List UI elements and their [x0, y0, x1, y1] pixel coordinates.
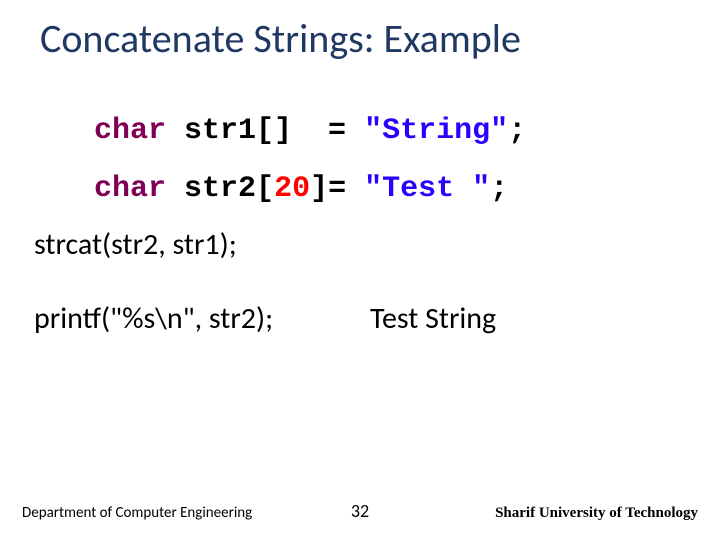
code-line-4: printf("%s\n", str2);	[34, 300, 273, 337]
code-fragment: ;	[490, 172, 508, 206]
slide-title: Concatenate Strings: Example	[40, 14, 521, 63]
string-literal: "Test "	[364, 172, 490, 206]
program-output: Test String	[370, 300, 496, 337]
keyword-char: char	[94, 172, 166, 206]
code-line-3: strcat(str2, str1);	[34, 226, 237, 263]
number-literal: 20	[274, 172, 310, 206]
code-fragment: ;	[508, 114, 526, 148]
slide: Concatenate Strings: Example char str1[]…	[0, 0, 720, 540]
code-fragment: str2[	[166, 172, 274, 206]
footer-university: Sharif University of Technology	[495, 505, 698, 522]
code-fragment: ]=	[310, 172, 364, 206]
code-line-2: char str2[20]= "Test ";	[22, 138, 508, 240]
